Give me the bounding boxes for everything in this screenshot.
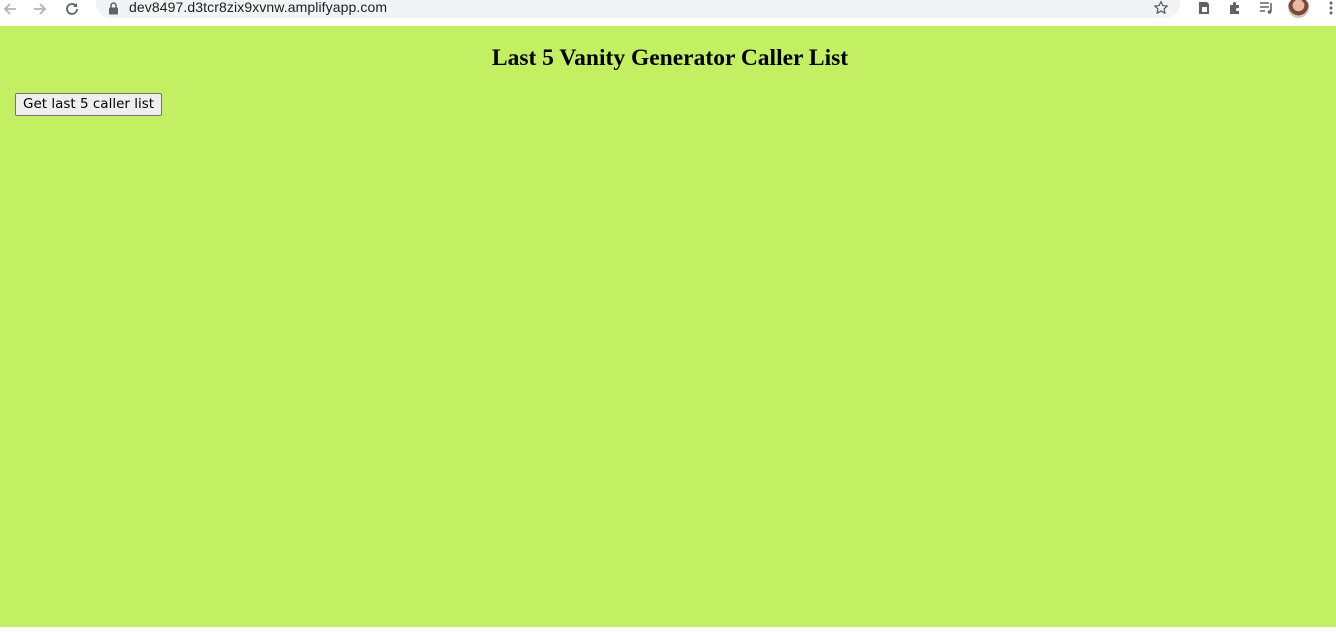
reload-icon[interactable] — [63, 0, 81, 18]
lock-icon[interactable] — [108, 2, 119, 20]
extension-icon[interactable] — [1195, 0, 1213, 16]
forward-icon[interactable] — [31, 0, 49, 18]
puzzle-icon[interactable] — [1226, 0, 1244, 16]
url-text[interactable]: dev8497.d3tcr8zix9xvnw.amplifyapp.com — [129, 0, 387, 15]
media-icon[interactable] — [1257, 0, 1275, 16]
page-content: Last 5 Vanity Generator Caller List Get … — [0, 26, 1336, 627]
star-icon[interactable] — [1153, 0, 1169, 21]
address-bar[interactable]: dev8497.d3tcr8zix9xvnw.amplifyapp.com — [96, 0, 1180, 18]
menu-icon[interactable] — [1326, 0, 1336, 16]
get-caller-list-button[interactable]: Get last 5 caller list — [15, 93, 163, 116]
page-title: Last 5 Vanity Generator Caller List — [491, 45, 849, 71]
bottom-edge — [0, 627, 1336, 632]
avatar[interactable] — [1288, 0, 1309, 18]
back-icon[interactable] — [1, 0, 19, 18]
browser-toolbar: dev8497.d3tcr8zix9xvnw.amplifyapp.com — [0, 0, 1336, 26]
